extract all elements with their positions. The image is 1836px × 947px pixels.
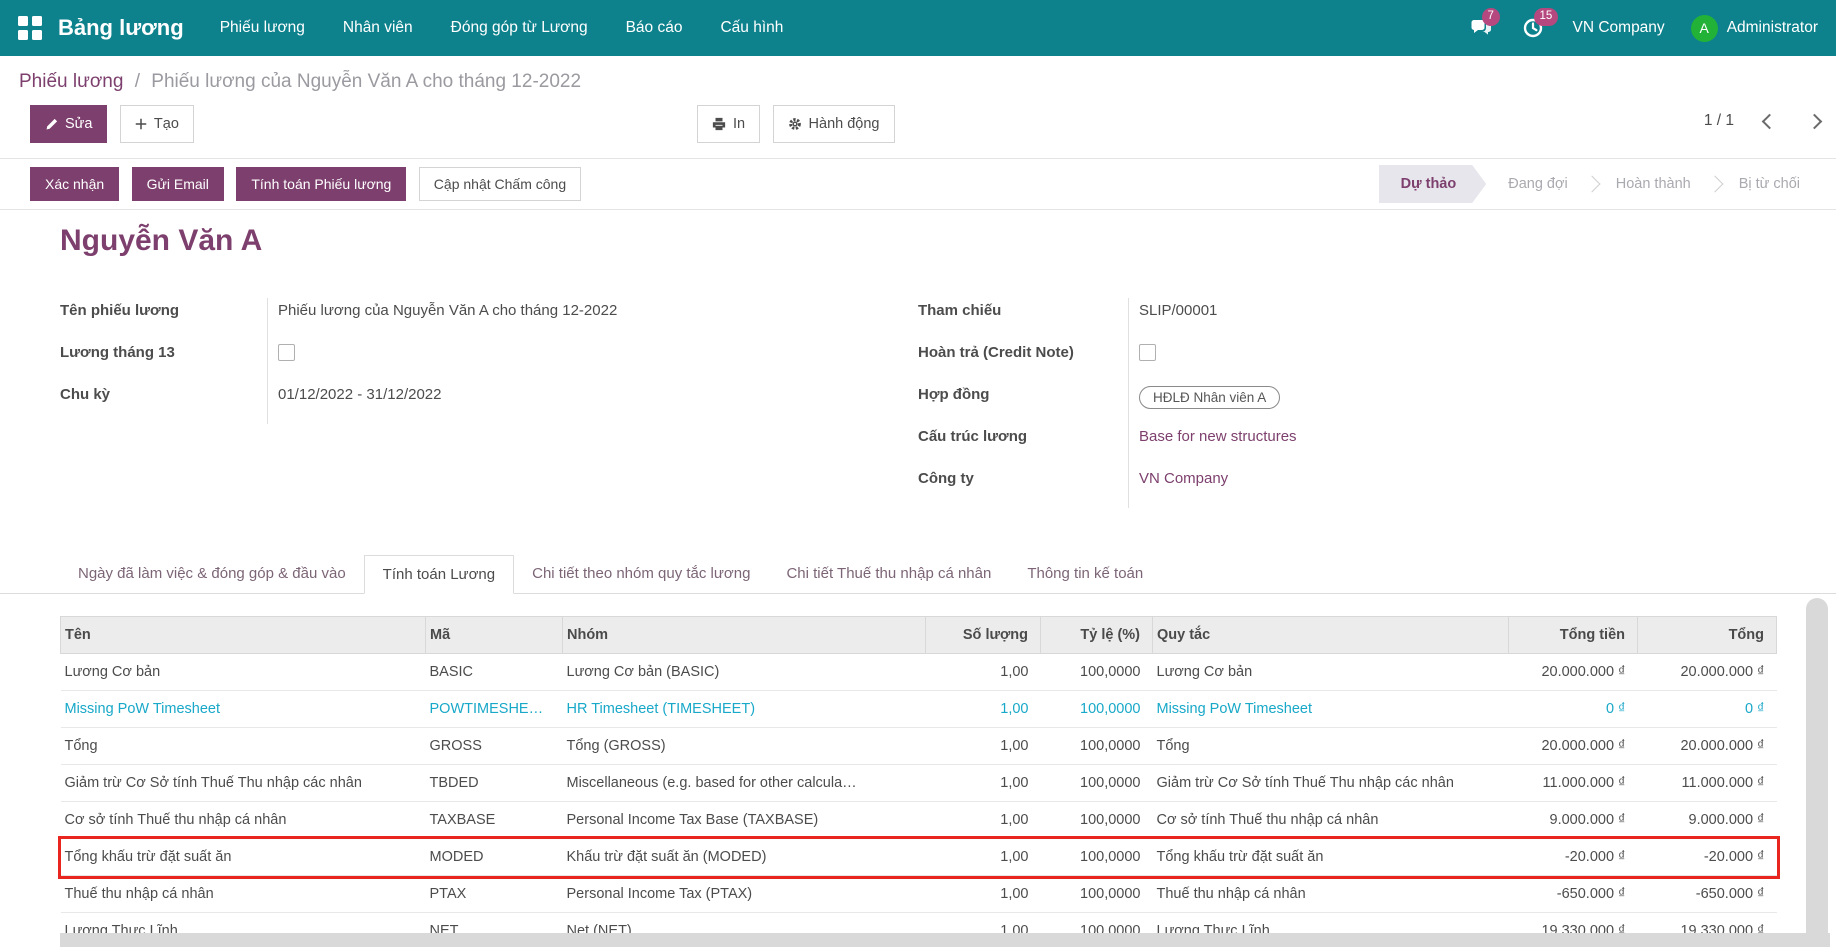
action-button[interactable]: Hành động (772, 105, 895, 143)
col-rule[interactable]: Quy tắc (1152, 616, 1509, 654)
table-row[interactable]: Giảm trừ Cơ Sở tính Thuế Thu nhập các nh… (60, 764, 1777, 802)
company-label: Công ty (917, 470, 974, 487)
update-attendance-button[interactable]: Cập nhật Chấm công (418, 167, 582, 201)
status-pipeline: Dự thảo Đang đợi Hoàn thành Bị từ chối (1379, 165, 1822, 203)
apps-menu-icon[interactable] (18, 16, 42, 40)
breadcrumb-current: Phiếu lương của Nguyễn Văn A cho tháng 1… (151, 71, 582, 92)
form-sheet: Nguyễn Văn A Tên phiếu lương Phiếu lương… (0, 210, 1836, 508)
table-row-highlighted[interactable]: Tổng khấu trừ đặt suất ăn MODED Khấu trừ đ… (57, 835, 1780, 879)
gear-icon (788, 117, 802, 131)
pager-previous-icon[interactable] (1761, 113, 1778, 129)
credit-note-label: Hoàn trả (Credit Note) (917, 344, 1074, 361)
form-right-group: Tham chiếu SLIP/00001 Hoàn trả (Credit N… (918, 298, 1776, 508)
col-quantity[interactable]: Số lượng (925, 616, 1041, 654)
menu-bao-cao[interactable]: Báo cáo (626, 1, 683, 55)
messages-count-badge: 7 (1481, 8, 1500, 26)
create-button[interactable]: Tạo (119, 105, 194, 143)
vertical-scrollbar[interactable] (1806, 598, 1828, 947)
breadcrumb-separator: / (134, 71, 140, 92)
company-switcher[interactable]: VN Company (1573, 19, 1665, 37)
col-name[interactable]: Tên (60, 616, 426, 654)
month13-checkbox[interactable] (278, 344, 295, 361)
state-draft[interactable]: Dự thảo (1379, 165, 1487, 203)
pencil-icon (45, 118, 58, 131)
table-row[interactable]: Tổng GROSS Tổng (GROSS) 1,00 100,0000 Tổng 2… (60, 727, 1777, 765)
form-left-group: Tên phiếu lương Phiếu lương của Nguyễn V… (60, 298, 901, 508)
credit-note-checkbox[interactable] (1138, 344, 1156, 361)
tab-salary-computation[interactable]: Tính toán Lương (363, 555, 515, 594)
company-link[interactable]: VN Company (1139, 470, 1228, 487)
period-value: 01/12/2022 - 31/12/2022 (267, 382, 901, 424)
notebook-tabs: Ngày đã làm việc & đóng góp & đầu vào Tí… (0, 555, 1836, 594)
table-row[interactable]: Missing PoW Timesheet POWTIMESHE… HR Times… (60, 690, 1777, 728)
structure-label: Cấu trúc lương (917, 428, 1028, 445)
plus-icon (135, 118, 147, 130)
menu-dong-gop[interactable]: Đóng góp từ Lương (451, 1, 588, 55)
col-total[interactable]: Tổng (1637, 616, 1777, 654)
horizontal-scrollbar[interactable] (60, 933, 1830, 947)
state-rejected[interactable]: Bị từ chối (1717, 165, 1822, 203)
state-done[interactable]: Hoàn thành (1594, 165, 1713, 203)
user-name: Administrator (1726, 19, 1818, 36)
app-brand[interactable]: Bảng lương (58, 15, 184, 41)
contract-tag[interactable]: HĐLĐ Nhân viên A (1138, 386, 1281, 409)
confirm-button[interactable]: Xác nhận (30, 167, 120, 201)
page-title: Nguyễn Văn A (60, 224, 263, 257)
main-navbar: Bảng lương Phiếu lương Nhân viên Đóng gó… (0, 0, 1836, 56)
contract-label: Hợp đồng (917, 386, 990, 403)
menu-nhan-vien[interactable]: Nhân viên (343, 1, 413, 55)
month13-label: Lương tháng 13 (60, 344, 175, 361)
col-code[interactable]: Mã (425, 616, 563, 654)
payslip-name-value: Phiếu lương của Nguyễn Văn A cho tháng 1… (267, 298, 901, 340)
avatar: A (1690, 14, 1718, 42)
table-header-row: Tên Mã Nhóm Số lượng Tỷ lệ (%) Quy tắc T… (60, 616, 1777, 654)
reference-label: Tham chiếu (917, 302, 1002, 319)
period-label: Chu kỳ (60, 386, 111, 403)
user-menu[interactable]: A Administrator (1690, 14, 1818, 42)
activities-button[interactable]: 15 (1521, 8, 1559, 41)
activities-count-badge: 15 (1533, 8, 1559, 26)
pager: 1 / 1 (1703, 112, 1823, 130)
menu-phieu-luong[interactable]: Phiếu lương (220, 1, 305, 55)
tab-personal-income-tax[interactable]: Chi tiết Thuế thu nhập cá nhân (768, 555, 1009, 594)
tab-worked-days[interactable]: Ngày đã làm việc & đóng góp & đầu vào (60, 555, 364, 594)
tab-accounting-info[interactable]: Thông tin kế toán (1009, 555, 1161, 594)
salary-lines-table: Tên Mã Nhóm Số lượng Tỷ lệ (%) Quy tắc T… (57, 616, 1780, 947)
state-waiting[interactable]: Đang đợi (1486, 165, 1590, 203)
menu-cau-hinh[interactable]: Cấu hình (720, 1, 783, 55)
statusbar: Xác nhận Gửi Email Tính toán Phiếu lương… (0, 158, 1836, 210)
pager-value: 1 / 1 (1703, 112, 1734, 129)
structure-link[interactable]: Base for new structures (1139, 428, 1297, 445)
breadcrumb-parent-link[interactable]: Phiếu lương (19, 71, 123, 92)
main-menu: Phiếu lương Nhân viên Đóng góp từ Lương … (220, 1, 784, 55)
table-row[interactable]: Cơ sở tính Thuế thu nhập cá nhân TAXBASE P… (60, 801, 1777, 839)
table-row[interactable]: Lương Cơ bản BASIC Lương Cơ bản (BASIC) 1,… (60, 653, 1777, 691)
send-email-button[interactable]: Gửi Email (131, 167, 224, 201)
control-panel: Sửa Tạo In Hành động 1 / 1 (0, 105, 1836, 145)
print-button[interactable]: In (697, 105, 761, 143)
breadcrumb: Phiếu lương / Phiếu lương của Nguyễn Văn… (0, 56, 1836, 93)
reference-value: SLIP/00001 (1127, 298, 1776, 340)
edit-button[interactable]: Sửa (30, 105, 108, 143)
compute-sheet-button[interactable]: Tính toán Phiếu lương (236, 167, 407, 201)
payslip-name-label: Tên phiếu lương (60, 302, 180, 319)
pager-next-icon[interactable] (1806, 113, 1823, 129)
printer-icon (712, 117, 726, 131)
col-amount[interactable]: Tổng tiền (1508, 616, 1638, 654)
statusbar-buttons: Xác nhận Gửi Email Tính toán Phiếu lương… (30, 167, 582, 201)
tab-details-by-rule-category[interactable]: Chi tiết theo nhóm quy tắc lương (514, 555, 768, 594)
col-rate[interactable]: Tỷ lệ (%) (1040, 616, 1153, 654)
col-category[interactable]: Nhóm (562, 616, 926, 654)
messages-button[interactable]: 7 (1469, 8, 1500, 41)
table-row[interactable]: Thuế thu nhập cá nhân PTAX Personal Income… (60, 875, 1777, 913)
